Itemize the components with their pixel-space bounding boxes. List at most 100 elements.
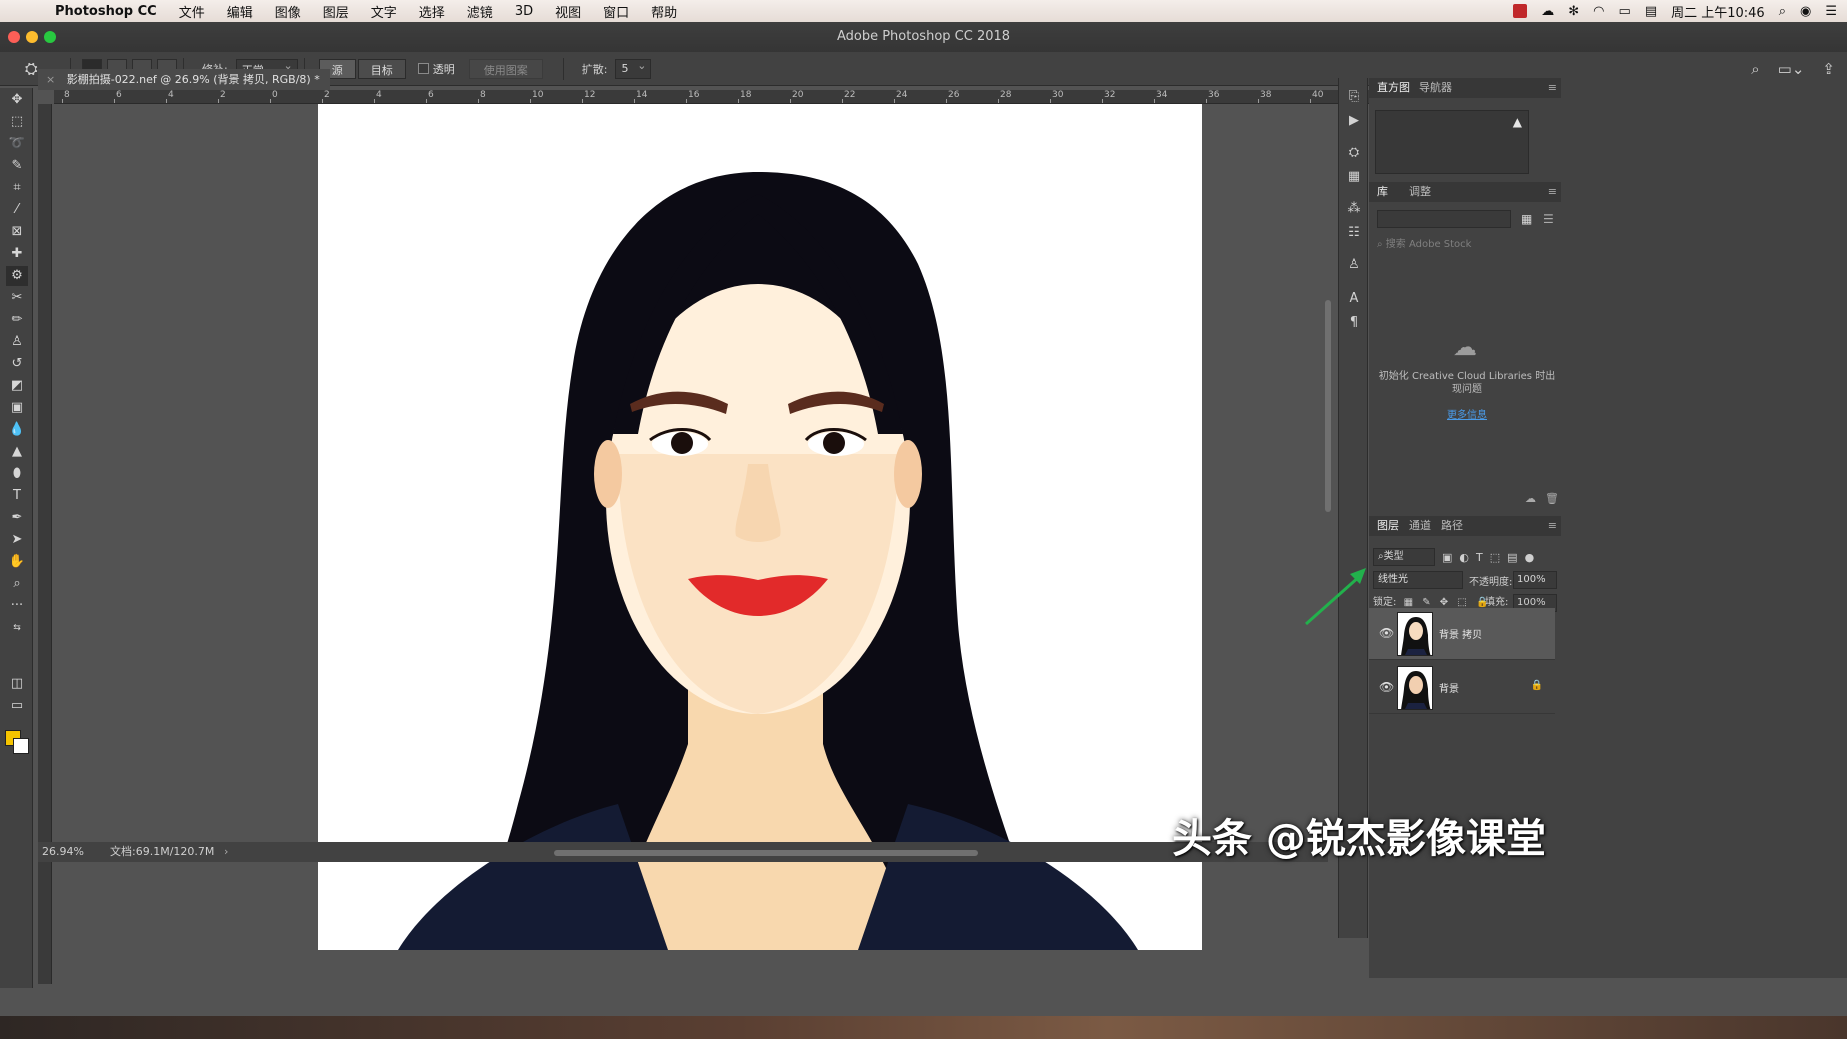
menu-3d[interactable]: 3D <box>504 4 544 19</box>
content-aware-move-tool-icon[interactable]: ✂ <box>6 288 28 308</box>
tab-libraries[interactable]: 库 <box>1377 182 1388 202</box>
pen-tool-icon[interactable]: ✒ <box>6 508 28 528</box>
shape-filter-icon[interactable]: ⬚ <box>1490 551 1500 564</box>
crop-tool-icon[interactable]: ⌗ <box>6 178 28 198</box>
menu-app[interactable]: Photoshop CC <box>44 4 168 19</box>
blur-tool-icon[interactable]: 💧 <box>6 420 28 440</box>
hand-tool-icon[interactable]: ✋ <box>6 552 28 572</box>
library-select[interactable] <box>1377 210 1511 228</box>
gradient-tool-icon[interactable]: ▣ <box>6 398 28 418</box>
dodge-tool-icon[interactable]: ⬮ <box>6 464 28 484</box>
tab-channels[interactable]: 通道 <box>1409 516 1431 536</box>
healing-brush-tool-icon[interactable]: ✚ <box>6 244 28 264</box>
move-tool-icon[interactable]: ✥ <box>6 90 28 110</box>
layer-name[interactable]: 背景 <box>1439 680 1459 695</box>
lock-artboard-icon[interactable]: ⬚ <box>1457 597 1466 608</box>
use-pattern-button[interactable]: 使用图案 <box>468 58 543 79</box>
zoom-level[interactable]: 26.94% <box>42 842 84 862</box>
warning-icon[interactable]: ▲ <box>1513 115 1522 129</box>
layer-lock-icon[interactable]: 🔒 <box>1531 680 1543 691</box>
tab-navigator[interactable]: 导航器 <box>1419 78 1452 98</box>
document-canvas[interactable] <box>318 104 1202 950</box>
vertical-scrollbar[interactable] <box>1325 300 1331 512</box>
lasso-tool-icon[interactable]: ➰ <box>6 134 28 154</box>
filter-toggle-icon[interactable]: ● <box>1525 551 1535 564</box>
menu-file[interactable]: 文件 <box>168 2 216 21</box>
record-icon[interactable] <box>1513 4 1528 18</box>
menu-type[interactable]: 文字 <box>360 2 408 21</box>
trash-icon[interactable]: 🗑 <box>1545 492 1559 505</box>
close-tab-icon[interactable]: × <box>46 73 55 86</box>
layer-row-background-copy[interactable]: 👁 背景 拷贝 <box>1369 608 1555 660</box>
target-button[interactable]: 目标 <box>357 58 406 79</box>
properties-panel-icon[interactable]: ☷ <box>1345 224 1363 242</box>
visibility-eye-icon[interactable]: 👁 <box>1379 626 1394 640</box>
list-view-icon[interactable]: ☰ <box>1543 212 1554 226</box>
smart-object-filter-icon[interactable]: ▤ <box>1507 551 1517 564</box>
close-window-icon[interactable] <box>8 31 20 43</box>
actions-panel-icon[interactable]: ▶ <box>1345 112 1363 130</box>
layer-name[interactable]: 背景 拷贝 <box>1439 626 1482 641</box>
zoom-tool-icon[interactable]: ⌕ <box>6 574 28 594</box>
menu-help[interactable]: 帮助 <box>640 2 688 21</box>
more-info-link[interactable]: 更多信息 <box>1369 406 1565 421</box>
stock-search-input[interactable]: ⌕ 搜索 Adobe Stock <box>1377 236 1557 254</box>
pixel-filter-icon[interactable]: ▣ <box>1442 551 1452 564</box>
3d-panel-icon[interactable]: ⛭ <box>1345 144 1363 162</box>
grid-view-icon[interactable]: ▦ <box>1521 212 1532 226</box>
clone-source-icon[interactable]: ♙ <box>1345 256 1363 274</box>
frame-tool-icon[interactable]: ⊠ <box>6 222 28 242</box>
input-source-icon[interactable]: ▤ <box>1645 4 1657 19</box>
quick-selection-tool-icon[interactable]: ✎ <box>6 156 28 176</box>
clock[interactable]: 周二 上午10:46 <box>1671 2 1765 21</box>
quick-mask-icon[interactable]: ◫ <box>6 674 28 694</box>
status-menu-arrow-icon[interactable]: › <box>224 842 228 862</box>
history-panel-icon[interactable]: ⎘ <box>1345 88 1363 106</box>
zoom-window-icon[interactable] <box>44 31 56 43</box>
panel-menu-icon[interactable]: ≡ <box>1548 81 1557 94</box>
panel-menu-icon[interactable]: ≡ <box>1548 519 1557 532</box>
document-tab[interactable]: × 影棚拍摄-022.nef @ 26.9% (背景 拷贝, RGB/8) * <box>38 69 330 90</box>
brush-settings-icon[interactable]: ⁂ <box>1345 200 1363 218</box>
type-filter-icon[interactable]: T <box>1476 551 1483 564</box>
menu-edit[interactable]: 编辑 <box>216 2 264 21</box>
brush-tool-icon[interactable]: ✏ <box>6 310 28 330</box>
timeline-panel-icon[interactable]: ▦ <box>1345 168 1363 186</box>
kind-filter-select[interactable]: ⌕类型 <box>1373 548 1435 566</box>
menu-select[interactable]: 选择 <box>408 2 456 21</box>
screen-mode-icon[interactable]: ▭ <box>6 696 28 716</box>
menu-filter[interactable]: 滤镜 <box>456 2 504 21</box>
wifi-icon[interactable]: ◠ <box>1593 4 1604 19</box>
search-icon[interactable]: ⌕ <box>1751 60 1759 78</box>
swap-colors-icon[interactable]: ⇆ <box>6 618 28 638</box>
background-color-swatch[interactable] <box>13 738 29 754</box>
minimize-window-icon[interactable] <box>26 31 38 43</box>
character-panel-icon[interactable]: A <box>1345 290 1363 308</box>
eraser-tool-icon[interactable]: ◩ <box>6 376 28 396</box>
layer-thumbnail[interactable] <box>1397 666 1433 710</box>
adjustment-filter-icon[interactable]: ◐ <box>1459 551 1469 564</box>
share-icon[interactable]: ⇪ <box>1822 60 1835 78</box>
transparent-checkbox[interactable] <box>417 63 429 74</box>
cloud-icon[interactable]: ☁ <box>1541 4 1554 19</box>
cc-sync-icon[interactable]: ☁ <box>1525 492 1536 505</box>
tab-paths[interactable]: 路径 <box>1441 516 1463 536</box>
patch-tool-icon[interactable]: ⚙ <box>6 266 28 286</box>
lock-transparent-icon[interactable]: ▦ <box>1404 597 1413 608</box>
horizontal-ruler[interactable]: 8 6 4 2 0 2 4 6 8 10 12 14 16 18 20 22 24 26 28 30 32 34 36 38 4… <box>54 90 1558 104</box>
menu-view[interactable]: 视图 <box>544 2 592 21</box>
more-tools-icon[interactable]: ··· <box>6 596 28 616</box>
visibility-eye-icon[interactable]: 👁 <box>1379 680 1394 694</box>
siri-icon[interactable]: ◉ <box>1800 4 1811 19</box>
opacity-input[interactable]: 100% <box>1513 571 1557 589</box>
type-tool-icon[interactable]: T <box>6 486 28 506</box>
notification-center-icon[interactable]: ☰ <box>1825 4 1837 19</box>
clone-stamp-tool-icon[interactable]: ♙ <box>6 332 28 352</box>
eyedropper-tool-icon[interactable]: ⁄ <box>6 200 28 220</box>
panel-menu-icon[interactable]: ≡ <box>1548 185 1557 198</box>
tab-histogram[interactable]: 直方图 <box>1377 78 1410 98</box>
menu-window[interactable]: 窗口 <box>592 2 640 21</box>
airplay-icon[interactable]: ▭ <box>1619 4 1631 19</box>
horizontal-scrollbar[interactable] <box>554 850 978 856</box>
tab-layers[interactable]: 图层 <box>1377 516 1399 536</box>
